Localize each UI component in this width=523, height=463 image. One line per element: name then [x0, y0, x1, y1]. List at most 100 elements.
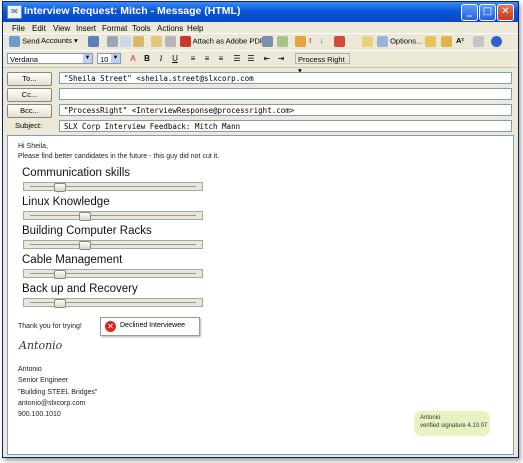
save-button[interactable]	[88, 36, 99, 47]
help-icon	[491, 36, 502, 47]
align-center-button[interactable]: ≡	[201, 53, 213, 64]
menu-help[interactable]: Help	[187, 24, 203, 33]
intro-line: Please find better candidates in the fut…	[18, 153, 220, 160]
address-book-button[interactable]	[262, 36, 273, 47]
window-title: Interview Request: Mitch - Message (HTML…	[24, 5, 241, 17]
bulleted-list-icon: ☰	[247, 54, 255, 63]
folder-up-button[interactable]	[441, 36, 452, 47]
slider-thumb[interactable]	[54, 270, 66, 279]
menu-format[interactable]: Format	[102, 24, 127, 33]
minimize-button[interactable]: _	[461, 4, 478, 21]
pdf-icon	[180, 36, 191, 47]
verified-name: Antonio	[420, 415, 441, 421]
increase-indent-button[interactable]: ⇥	[275, 53, 287, 64]
slider-thumb[interactable]	[79, 212, 91, 221]
align-center-icon: ≡	[204, 54, 210, 63]
send-button[interactable]: Send	[9, 36, 40, 47]
italic-button[interactable]: I	[155, 53, 167, 64]
numbered-list-icon: ☰	[233, 54, 241, 63]
decrease-indent-button[interactable]: ⇤	[261, 53, 273, 64]
skill-slider[interactable]	[23, 211, 203, 221]
to-field[interactable]: "Sheila Street" <sheila.street@slxcorp.c…	[59, 72, 512, 84]
scissors-icon	[107, 36, 118, 47]
skill-slider[interactable]	[23, 298, 203, 308]
flag-icon	[295, 36, 306, 47]
skill-slider[interactable]	[23, 269, 203, 279]
align-left-icon: ≡	[190, 54, 196, 63]
accounts-button[interactable]: Accounts ▾	[41, 36, 78, 45]
options-icon	[377, 36, 388, 47]
copy-button[interactable]	[120, 36, 131, 47]
cc-button[interactable]: Cc...	[7, 88, 52, 102]
align-left-button[interactable]: ≡	[187, 53, 199, 64]
sig-phone: 900.100.1010	[18, 411, 61, 418]
cc-row: Cc...	[7, 88, 512, 102]
font-size-icon: A²	[456, 36, 464, 45]
check-names-icon	[277, 36, 288, 47]
align-right-button[interactable]: ≡	[215, 53, 227, 64]
font-size-select[interactable]: 10 ▼	[97, 53, 121, 64]
insert-file-button[interactable]	[151, 36, 162, 47]
font-size-button[interactable]: A²	[456, 36, 464, 45]
help-button[interactable]	[491, 36, 502, 47]
skill-label: Linux Knowledge	[22, 196, 110, 208]
bold-button[interactable]: B	[141, 53, 153, 64]
menu-file[interactable]: File	[12, 24, 25, 33]
address-book-icon	[262, 36, 273, 47]
slider-groove	[30, 244, 196, 245]
skill-label: Back up and Recovery	[22, 283, 138, 295]
paperclip-button[interactable]	[165, 36, 176, 47]
paste-button[interactable]	[133, 36, 144, 47]
high-importance-button[interactable]: !	[309, 36, 312, 45]
menu-insert[interactable]: Insert	[76, 24, 96, 33]
sig-motto: "Building STEEL Bridges"	[18, 389, 98, 396]
numbering-button[interactable]: ☰	[231, 53, 243, 64]
close-button[interactable]: ✕	[497, 4, 514, 21]
paperclip-icon	[165, 36, 176, 47]
font-select[interactable]: Verdana ▼	[7, 53, 93, 64]
options-button[interactable]: Options...	[377, 36, 422, 47]
slider-thumb[interactable]	[54, 299, 66, 308]
title-bar[interactable]: ✉ Interview Request: Mitch - Message (HT…	[3, 2, 518, 22]
copy-icon	[120, 36, 131, 47]
menu-tools[interactable]: Tools	[132, 24, 151, 33]
low-importance-button[interactable]: ↓	[320, 36, 324, 45]
bcc-field[interactable]: "ProcessRight" <InterviewResponse@proces…	[59, 104, 512, 116]
menu-view[interactable]: View	[53, 24, 70, 33]
slider-thumb[interactable]	[54, 183, 66, 192]
font-color-button[interactable]: A	[127, 53, 139, 64]
menu-edit[interactable]: Edit	[32, 24, 46, 33]
attach-pdf-button[interactable]: Attach as Adobe PDF	[180, 36, 264, 47]
send-icon	[9, 36, 20, 47]
verified-text: verified signature 4.10.07	[420, 423, 488, 429]
cut-button[interactable]	[107, 36, 118, 47]
bcc-button[interactable]: Bcc...	[7, 104, 52, 118]
process-right-dropdown[interactable]: Process Right ▾	[295, 53, 350, 75]
skill-label: Communication skills	[22, 167, 131, 179]
skill-slider[interactable]	[23, 182, 203, 192]
folder-button[interactable]	[425, 36, 436, 47]
subject-field[interactable]: SLX Corp Interview Feedback: Mitch Mann	[59, 120, 512, 132]
underline-button[interactable]: U	[169, 53, 181, 64]
envelope-button[interactable]	[362, 36, 373, 47]
zoom-button[interactable]	[473, 36, 484, 47]
sig-email: antonio@slxcorp.com	[18, 400, 86, 407]
follow-up-button[interactable]	[334, 36, 345, 47]
file-icon	[151, 36, 162, 47]
slider-thumb[interactable]	[79, 241, 91, 250]
verified-signature-badge: Antonio verified signature 4.10.07	[414, 411, 490, 436]
message-body[interactable]: Hi Sheila, Please find better candidates…	[7, 135, 514, 455]
flag-button[interactable]	[295, 36, 306, 47]
declined-interviewee-button[interactable]: ✕ Declined Interviewee	[100, 317, 200, 336]
skill-slider[interactable]	[23, 240, 203, 250]
bullets-button[interactable]: ☰	[245, 53, 257, 64]
to-button[interactable]: To...	[7, 72, 52, 86]
check-names-button[interactable]	[277, 36, 288, 47]
subject-row: Subject: SLX Corp Interview Feedback: Mi…	[7, 120, 512, 134]
menu-actions[interactable]: Actions	[157, 24, 183, 33]
cc-field[interactable]	[59, 88, 512, 100]
slider-groove	[30, 215, 196, 216]
maximize-button[interactable]: □	[479, 4, 496, 21]
sig-title: Senior Engineer	[18, 377, 69, 384]
thanks-line: Thank you for trying!	[18, 323, 82, 330]
